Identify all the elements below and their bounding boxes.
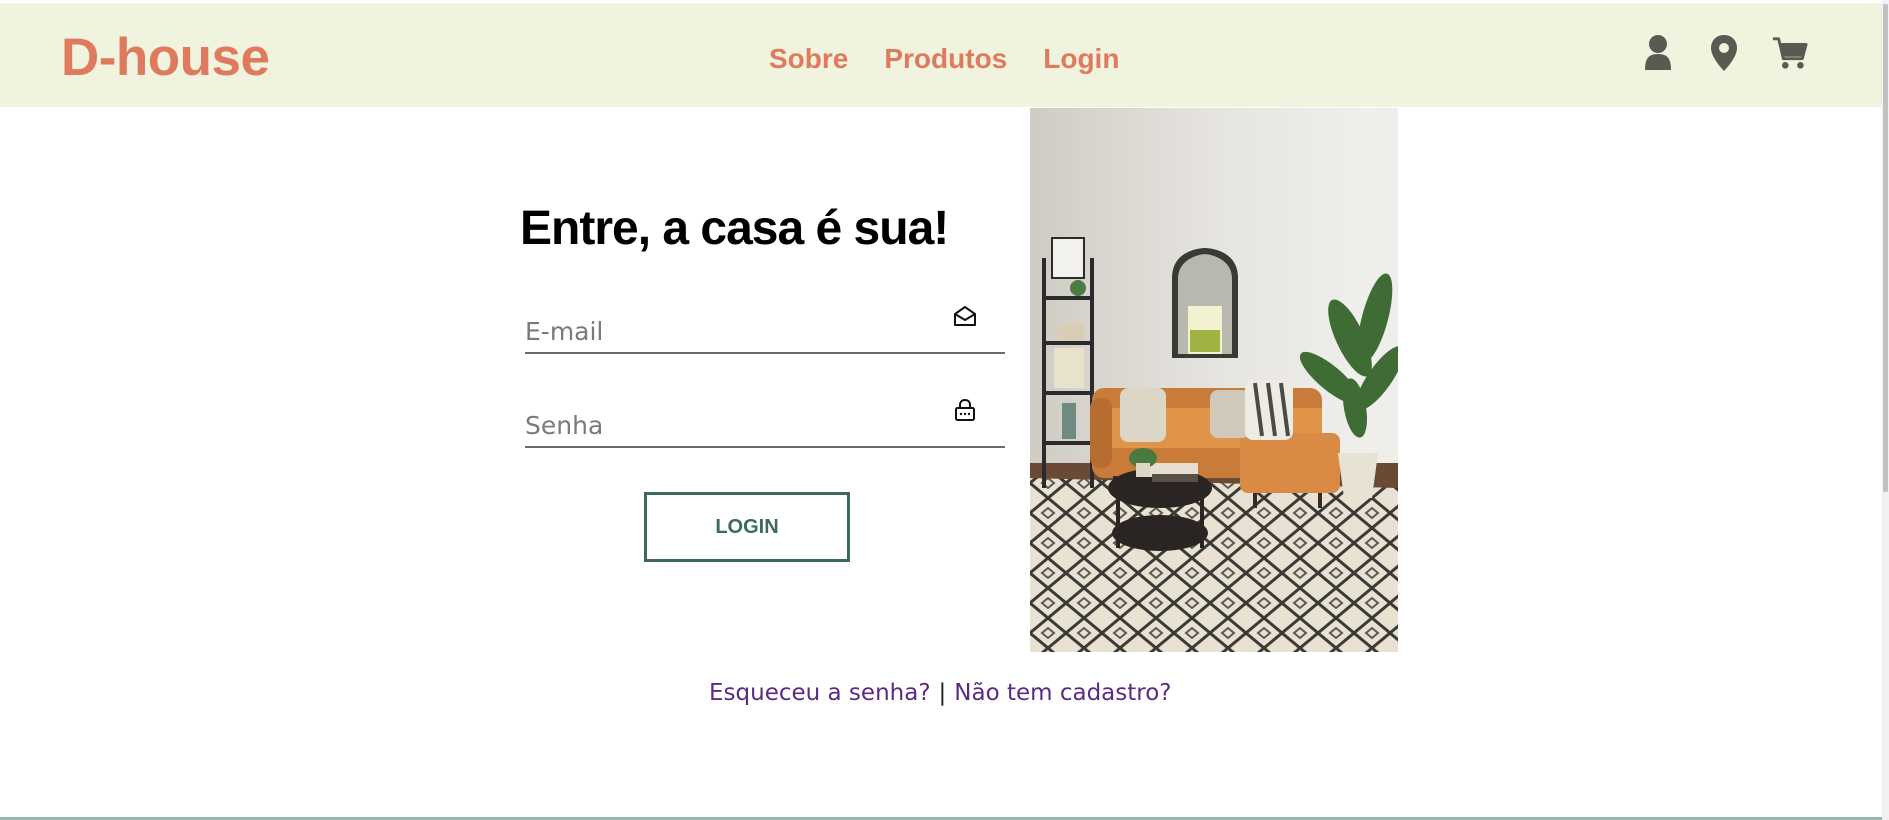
page: D-house Sobre Produtos Login Entre, a ca… xyxy=(0,0,1889,820)
envelope-open-icon xyxy=(953,304,977,328)
map-pin-icon[interactable] xyxy=(1706,33,1742,73)
header: D-house Sobre Produtos Login xyxy=(0,3,1882,107)
signup-link[interactable]: Não tem cadastro? xyxy=(954,680,1171,706)
email-input[interactable] xyxy=(525,317,945,346)
nav-link-produtos[interactable]: Produtos xyxy=(884,37,1007,81)
main-nav: Sobre Produtos Login xyxy=(769,37,1119,81)
email-field xyxy=(525,300,1005,354)
user-icon[interactable] xyxy=(1640,33,1676,73)
brand-logo[interactable]: D-house xyxy=(61,27,270,89)
lock-icon xyxy=(953,398,977,422)
password-field xyxy=(525,394,1005,448)
header-icons xyxy=(1640,33,1808,73)
link-separator: | xyxy=(938,680,947,706)
password-input[interactable] xyxy=(525,411,945,440)
scrollbar-thumb[interactable] xyxy=(1883,4,1888,492)
login-title: Entre, a casa é sua! xyxy=(520,202,949,255)
login-button[interactable]: LOGIN xyxy=(644,492,850,562)
cart-icon[interactable] xyxy=(1772,33,1808,73)
living-room-photo xyxy=(1030,108,1398,652)
nav-link-login[interactable]: Login xyxy=(1043,37,1119,81)
nav-link-sobre[interactable]: Sobre xyxy=(769,37,848,81)
login-form: Entre, a casa é sua! E-mail LOGIN xyxy=(520,200,1010,562)
forgot-password-link[interactable]: Esqueceu a senha? xyxy=(709,680,931,706)
auth-links: Esqueceu a senha? | Não tem cadastro? xyxy=(709,680,1172,706)
